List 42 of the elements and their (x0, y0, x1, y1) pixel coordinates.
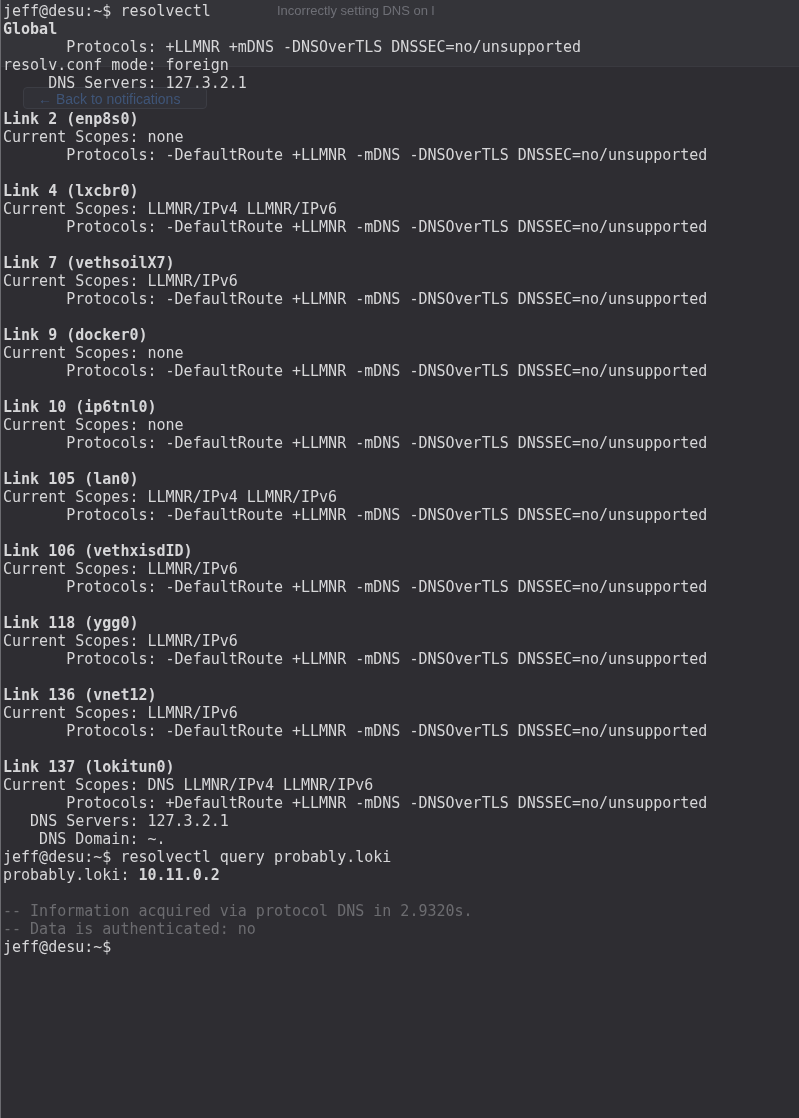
terminal-line: Current Scopes: DNS LLMNR/IPv4 LLMNR/IPv6 (3, 776, 374, 794)
terminal-line: Protocols: -DefaultRoute +LLMNR -mDNS -DNSOverTLS DNSSEC=no/unsupported (65, 362, 708, 380)
terminal-line: Link 10 (ip6tnl0) (3, 398, 157, 416)
terminal-line: resolv.conf mode: foreign (3, 56, 229, 74)
back-button[interactable]: ← Back to notifications (23, 87, 207, 109)
terminal-line: Current Scopes: LLMNR/IPv6 (3, 704, 238, 722)
terminal-line: Link 105 (lan0) (3, 470, 139, 488)
terminal-line: Link 137 (lokitun0) (3, 758, 175, 776)
terminal-line: -- Data is authenticated: no (3, 920, 256, 938)
terminal-line: -- Information acquired via protocol DNS in 2.9320s. (3, 902, 473, 920)
terminal-line: jeff@desu:~$ resolvectl query probably.loki (3, 848, 392, 866)
terminal-line: Current Scopes: LLMNR/IPv6 (3, 272, 238, 290)
terminal-line: jeff@desu:~$ resolvectl (3, 2, 211, 20)
terminal-line: Link 2 (enp8s0) (3, 110, 139, 128)
terminal-line: Protocols: -DefaultRoute +LLMNR -mDNS -DNSOverTLS DNSSEC=no/unsupported (65, 434, 708, 452)
terminal-line: Global (3, 20, 58, 38)
terminal-line: Protocols: -DefaultRoute +LLMNR -mDNS -DNSOverTLS DNSSEC=no/unsupported (65, 290, 708, 308)
terminal-line: Current Scopes: LLMNR/IPv4 LLMNR/IPv6 (3, 200, 338, 218)
terminal-line: Current Scopes: none (3, 128, 184, 146)
terminal-line: Current Scopes: LLMNR/IPv6 (3, 560, 238, 578)
terminal-line: Protocols: +LLMNR +mDNS -DNSOverTLS DNSSEC=no/unsupported (65, 38, 581, 56)
terminal-line: Link 4 (lxcbr0) (3, 182, 139, 200)
terminal-line: probably.loki: 10.11.0.2 (3, 866, 220, 884)
terminal-line: Protocols: -DefaultRoute +LLMNR -mDNS -DNSOverTLS DNSSEC=no/unsupported (65, 506, 708, 524)
terminal-line: Link 106 (vethxisdID) (3, 542, 193, 560)
terminal-line: DNS Domain: ~. (38, 830, 166, 848)
terminal-line: Current Scopes: none (3, 344, 184, 362)
terminal-line: Protocols: -DefaultRoute +LLMNR -mDNS -DNSOverTLS DNSSEC=no/unsupported (65, 146, 708, 164)
terminal-line: Current Scopes: LLMNR/IPv4 LLMNR/IPv6 (3, 488, 338, 506)
terminal-line: Protocols: -DefaultRoute +LLMNR -mDNS -DNSOverTLS DNSSEC=no/unsupported (65, 578, 708, 596)
terminal-line: Protocols: -DefaultRoute +LLMNR -mDNS -DNSOverTLS DNSSEC=no/unsupported (65, 722, 708, 740)
terminal-line: DNS Servers: 127.3.2.1 (29, 812, 229, 830)
terminal-line: Protocols: -DefaultRoute +LLMNR -mDNS -DNSOverTLS DNSSEC=no/unsupported (65, 218, 708, 236)
terminal-line: Current Scopes: none (3, 416, 184, 434)
terminal-line: Link 136 (vnet12) (3, 686, 157, 704)
terminal-line: Protocols: +DefaultRoute +LLMNR -mDNS -DNSOverTLS DNSSEC=no/unsupported (65, 794, 708, 812)
terminal-line: jeff@desu:~$ (3, 938, 112, 956)
terminal-line: Current Scopes: LLMNR/IPv6 (3, 632, 238, 650)
terminal-line: Link 9 (docker0) (3, 326, 148, 344)
terminal-line: Link 7 (vethsoilX7) (3, 254, 175, 272)
terminal-line: Link 118 (ygg0) (3, 614, 139, 632)
terminal-line: Protocols: -DefaultRoute +LLMNR -mDNS -DNSOverTLS DNSSEC=no/unsupported (65, 650, 708, 668)
